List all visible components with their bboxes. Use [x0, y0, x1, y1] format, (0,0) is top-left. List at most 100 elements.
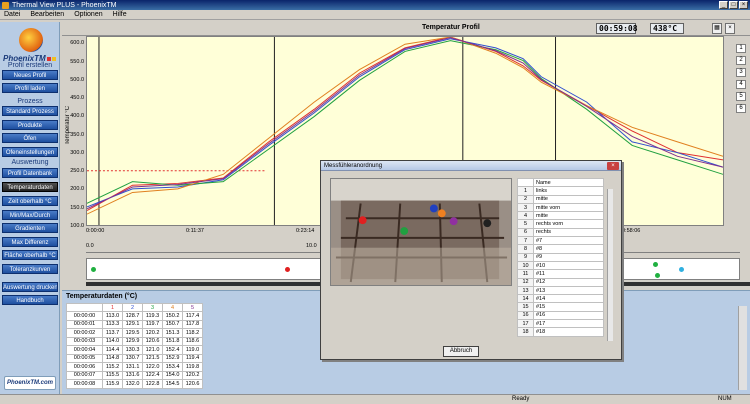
list-item[interactable]: 11 #11 [517, 269, 604, 279]
close-button[interactable]: × [739, 1, 748, 9]
list-item[interactable]: 10 #10 [517, 260, 604, 271]
sensor-name[interactable]: #18 [533, 327, 604, 337]
min-max-durch-button[interactable]: Min/Max/Durch [2, 210, 58, 220]
sensor-name[interactable]: mitte vorn [533, 202, 604, 213]
neues-profil-button[interactable]: Neues Profil [2, 70, 58, 80]
sensor-name[interactable]: #17 [533, 319, 604, 329]
sensor-name[interactable]: #13 [533, 285, 604, 296]
sensor-toggle-4[interactable]: 4 [736, 80, 746, 89]
table-row[interactable]: 00:00:05 114.8 130.7 121.5 152.9 119.4 [66, 353, 203, 363]
y-tick-label: 250.0 [70, 168, 84, 175]
list-item[interactable]: 16 #16 [517, 310, 604, 321]
maximize-button[interactable]: □ [729, 1, 738, 9]
table-cell: 00:00:05 [66, 353, 103, 363]
sensor-name[interactable]: mitte [533, 194, 604, 204]
sensor-index: 1 [517, 186, 534, 196]
sensor-name[interactable]: #10 [533, 260, 604, 271]
sensor-name[interactable]: rechts [533, 227, 604, 238]
menu-hilfe[interactable]: Hilfe [113, 11, 127, 18]
table-cell: 115.2 [102, 362, 123, 372]
sensor-toggle-5[interactable]: 5 [736, 92, 746, 101]
sensor-index: 17 [517, 319, 534, 329]
handbuch-button[interactable]: Handbuch [2, 295, 58, 305]
dialog-close-button[interactable]: × [607, 162, 619, 170]
table-row[interactable]: 00:00:02 113.7 129.5 120.2 151.3 118.2 [66, 328, 203, 338]
temperaturdaten-button[interactable]: Temperaturdaten [2, 182, 58, 192]
sensor-name[interactable]: #14 [533, 294, 604, 304]
sensor-toggle-1[interactable]: 1 [736, 44, 746, 53]
flaeche-oberhalb-button[interactable]: Fläche oberhalb °C [2, 250, 58, 260]
menu-bearbeiten[interactable]: Bearbeiten [30, 11, 64, 18]
sensor-toggle-3[interactable]: 3 [736, 68, 746, 77]
menu-datei[interactable]: Datei [4, 11, 20, 18]
zeit-oberhalb-button[interactable]: Zeit oberhalb °C [2, 196, 58, 206]
list-item[interactable]: 15 #15 [517, 302, 604, 312]
list-item[interactable]: 1 links [517, 186, 604, 196]
table-row[interactable]: 00:00:06 115.2 131.1 122.0 153.4 119.8 [66, 362, 203, 372]
profil-datenbank-button[interactable]: Profil Datenbank [2, 168, 58, 178]
table-row[interactable]: 00:00:04 114.4 130.3 121.0 152.4 119.0 [66, 345, 203, 355]
list-item[interactable]: 17 #17 [517, 319, 604, 329]
sensor-marker [91, 267, 96, 272]
table-row[interactable]: 00:00:03 114.0 129.9 120.6 151.8 118.6 [66, 336, 203, 346]
table-header-cell [517, 177, 534, 188]
list-item[interactable]: 13 #13 [517, 285, 604, 296]
list-item[interactable]: 2 mitte [517, 194, 604, 204]
menu-optionen[interactable]: Optionen [74, 11, 102, 18]
standard-prozess-button[interactable]: Standard Prozess [2, 106, 58, 116]
table-header-cell: 5 [182, 303, 203, 312]
table-cell: 113.0 [102, 311, 123, 321]
sensor-name[interactable]: #8 [533, 244, 604, 254]
table-row[interactable]: 00:00:01 113.3 129.1 119.7 150.7 117.8 [66, 319, 203, 329]
oefen-button[interactable]: Öfen [2, 133, 58, 143]
list-item[interactable]: 6 rechts [517, 227, 604, 238]
minimize-button[interactable]: _ [719, 1, 728, 9]
data-scrollbar[interactable] [738, 306, 747, 390]
list-item[interactable]: 3 mitte vorn [517, 202, 604, 213]
temperature-data-table[interactable]: 1 2 3 4 5 00:00:00 113.0 128.7 119.3 150.2 117.4 00… [66, 303, 203, 389]
sensor-name[interactable]: #7 [533, 236, 604, 246]
sensor-name[interactable]: mitte [533, 211, 604, 221]
sensor-toggle-2[interactable]: 2 [736, 56, 746, 65]
table-cell: 119.4 [182, 353, 203, 363]
produkte-button[interactable]: Produkte [2, 120, 58, 130]
sensor-toggle-6[interactable]: 6 [736, 104, 746, 113]
list-item[interactable]: 8 #8 [517, 244, 604, 254]
name-column-header: Name [533, 177, 604, 188]
sensor-name[interactable]: rechts vorn [533, 219, 604, 229]
sensor-name[interactable]: links [533, 186, 604, 196]
auswertung-drucken-button[interactable]: Auswertung drucken [2, 282, 58, 292]
abbruch-button[interactable]: Abbruch [443, 346, 479, 357]
list-item[interactable]: 4 mitte [517, 211, 604, 221]
footer-logo[interactable]: PhoenixTM.com [4, 376, 56, 390]
table-cell: 131.6 [122, 370, 143, 380]
table-row[interactable]: 00:00:08 115.9 132.0 122.8 154.5 120.6 [66, 379, 203, 389]
table-cell: 00:00:00 [66, 311, 103, 321]
list-item[interactable]: 12 #12 [517, 277, 604, 287]
table-row[interactable]: 00:00:07 115.5 131.6 122.4 154.0 120.2 [66, 370, 203, 380]
sensor-name[interactable]: #11 [533, 269, 604, 279]
sensor-index: 8 [517, 244, 534, 254]
list-item[interactable]: 14 #14 [517, 294, 604, 304]
profil-laden-button[interactable]: Profil laden [2, 83, 58, 93]
list-item[interactable]: 9 #9 [517, 252, 604, 262]
title-bar: Thermal View PLUS - PhoenixTM _ □ × [0, 0, 750, 10]
sensor-name[interactable]: #16 [533, 310, 604, 321]
gradienten-button[interactable]: Gradienten [2, 223, 58, 233]
sensor-name[interactable]: #12 [533, 277, 604, 287]
max-differenz-button[interactable]: Max Differenz [2, 237, 58, 247]
graph-view-icon[interactable]: ▦ [712, 23, 722, 34]
sensor-name[interactable]: #15 [533, 302, 604, 312]
dialog-scrollbar[interactable] [607, 189, 613, 341]
table-row[interactable]: 00:00:00 113.0 128.7 119.3 150.2 117.4 [66, 311, 203, 321]
list-item[interactable]: 5 rechts vorn [517, 219, 604, 229]
sensor-1-marker [358, 216, 367, 225]
toleranzkurven-button[interactable]: Toleranzkurven [2, 264, 58, 274]
sensor-name[interactable]: #9 [533, 252, 604, 262]
ofeneinstellungen-button[interactable]: Ofeneinstellungen [2, 147, 58, 157]
sensor-index: 5 [517, 219, 534, 229]
list-item[interactable]: 7 #7 [517, 236, 604, 246]
close-view-icon[interactable]: × [725, 23, 735, 34]
sensor-name-table[interactable]: Name 1 links 2 mitte 3 mitte vorn 4 mitte 5 rechts… [517, 177, 604, 337]
list-item[interactable]: 18 #18 [517, 327, 604, 337]
